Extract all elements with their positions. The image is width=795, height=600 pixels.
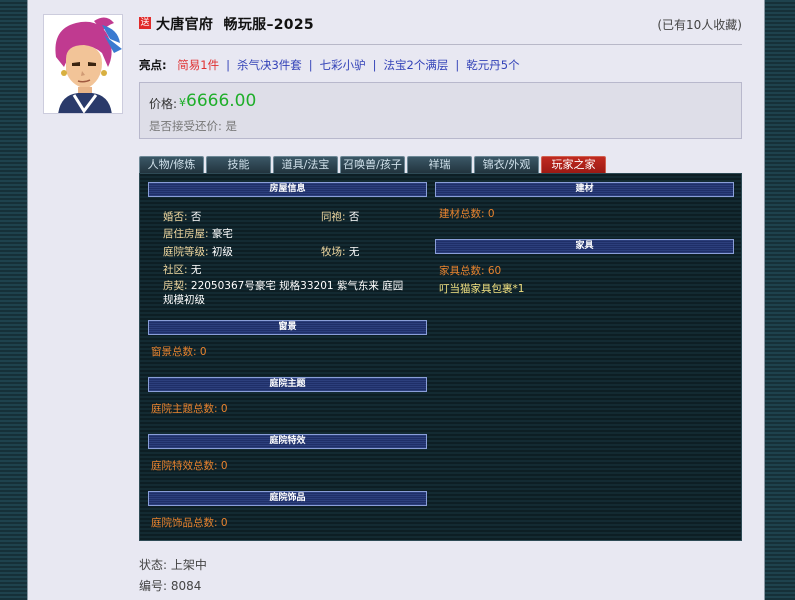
tab-auspicious[interactable]: 祥瑞: [407, 156, 472, 173]
yard-decoration-total: 庭院饰品总数: 0: [151, 517, 228, 529]
highlight-separator: |: [455, 58, 460, 72]
price-box: 价格: ¥6666.00 是否接受还价: 是: [139, 82, 742, 139]
tab-pets[interactable]: 召唤兽/孩子: [340, 156, 405, 173]
paozi-field: 同袍: 否: [321, 209, 359, 224]
tab-skills[interactable]: 技能: [206, 156, 271, 173]
deed-field: 房契: 22050367号豪宅 规格33201 紫气东来 庭园规模初级: [163, 279, 413, 307]
detail-panel: 送 大唐官府 畅玩服–2025 (已有10人收藏) 亮点: 简易1件 | 杀气决3件…: [27, 0, 765, 600]
highlights-label: 亮点:: [139, 58, 167, 72]
tab-character[interactable]: 人物/修炼: [139, 156, 204, 173]
married-field: 婚否: 否: [163, 209, 201, 224]
highlight-separator: |: [226, 58, 230, 72]
background-left: [0, 0, 27, 600]
house-value: 豪宅: [211, 228, 233, 240]
yard-decoration-header: 庭院饰品: [148, 491, 427, 506]
listing-title: 大唐官府 畅玩服–2025: [156, 17, 314, 33]
furniture-total: 家具总数: 60: [439, 265, 502, 277]
counter-offer-value: 是: [225, 119, 238, 133]
yard-effect-header: 庭院特效: [148, 434, 427, 449]
yard-label: 庭院等级:: [163, 246, 209, 258]
counter-offer: 是否接受还价: 是: [149, 118, 237, 134]
paozi-label: 同袍:: [321, 211, 346, 223]
house-label: 居住房屋:: [163, 228, 209, 240]
married-label: 婚否:: [163, 211, 188, 223]
listing-serial: 编号: 8084: [139, 579, 202, 593]
character-avatar: [43, 14, 123, 114]
community-label: 社区:: [163, 264, 188, 276]
highlight-item[interactable]: 杀气决3件套: [237, 58, 302, 72]
house-info-header: 房屋信息: [148, 182, 427, 197]
married-value: 否: [190, 211, 202, 223]
highlight-item[interactable]: 法宝2个满层: [384, 58, 449, 72]
yard-field: 庭院等级: 初级: [163, 244, 233, 259]
listing-status: 状态: 上架中: [139, 558, 207, 572]
counter-offer-label: 是否接受还价:: [149, 119, 222, 133]
yard-effect-total: 庭院特效总数: 0: [151, 460, 228, 472]
community-field: 社区: 无: [163, 262, 201, 277]
gift-badge: 送: [139, 17, 151, 29]
currency-symbol: ¥: [179, 96, 186, 109]
highlight-separator: |: [308, 58, 313, 72]
ranch-label: 牧场:: [321, 246, 346, 258]
ranch-value: 无: [348, 246, 360, 258]
background-right: [765, 0, 795, 600]
community-value: 无: [190, 264, 202, 276]
yard-value: 初级: [211, 246, 233, 258]
highlight-item[interactable]: 乾元丹5个: [466, 58, 519, 72]
favorites-count: (已有10人收藏): [657, 18, 742, 32]
highlight-separator: |: [372, 58, 377, 72]
tab-player-home[interactable]: 玩家之家: [541, 156, 606, 173]
house-field: 居住房屋: 豪宅: [163, 226, 233, 241]
deed-label: 房契:: [163, 280, 188, 292]
price-value: ¥6666.00: [179, 91, 256, 111]
window-view-header: 窗景: [148, 320, 427, 335]
yard-theme-header: 庭院主题: [148, 377, 427, 392]
price-amount: 6666.00: [186, 91, 257, 111]
price-label: 价格:: [149, 97, 178, 111]
ranch-field: 牧场: 无: [321, 244, 359, 259]
furniture-header: 家具: [435, 239, 734, 254]
deed-value: 22050367号豪宅 规格33201 紫气东来 庭园规模初级: [163, 280, 404, 306]
highlight-item[interactable]: 简易1件: [177, 58, 219, 72]
player-home-panel: 房屋信息 婚否: 否 同袍: 否 居住房屋: 豪宅 庭院等级: 初级 牧场: 无…: [139, 173, 742, 541]
paozi-value: 否: [348, 211, 360, 223]
material-total: 建材总数: 0: [439, 208, 495, 220]
highlight-item[interactable]: 七彩小驴: [320, 58, 366, 72]
window-view-total: 窗景总数: 0: [151, 346, 207, 358]
title-row: 送 大唐官府 畅玩服–2025 (已有10人收藏): [139, 14, 742, 36]
material-header: 建材: [435, 182, 734, 197]
title-divider: [139, 44, 742, 45]
tab-appearance[interactable]: 锦衣/外观: [474, 156, 539, 173]
highlights-row: 亮点: 简易1件 | 杀气决3件套 | 七彩小驴 | 法宝2个满层 | 乾元丹5个: [139, 57, 520, 73]
tab-items[interactable]: 道具/法宝: [273, 156, 338, 173]
furniture-item: 叮当猫家具包裹*1: [439, 283, 525, 295]
yard-theme-total: 庭院主题总数: 0: [151, 403, 228, 415]
